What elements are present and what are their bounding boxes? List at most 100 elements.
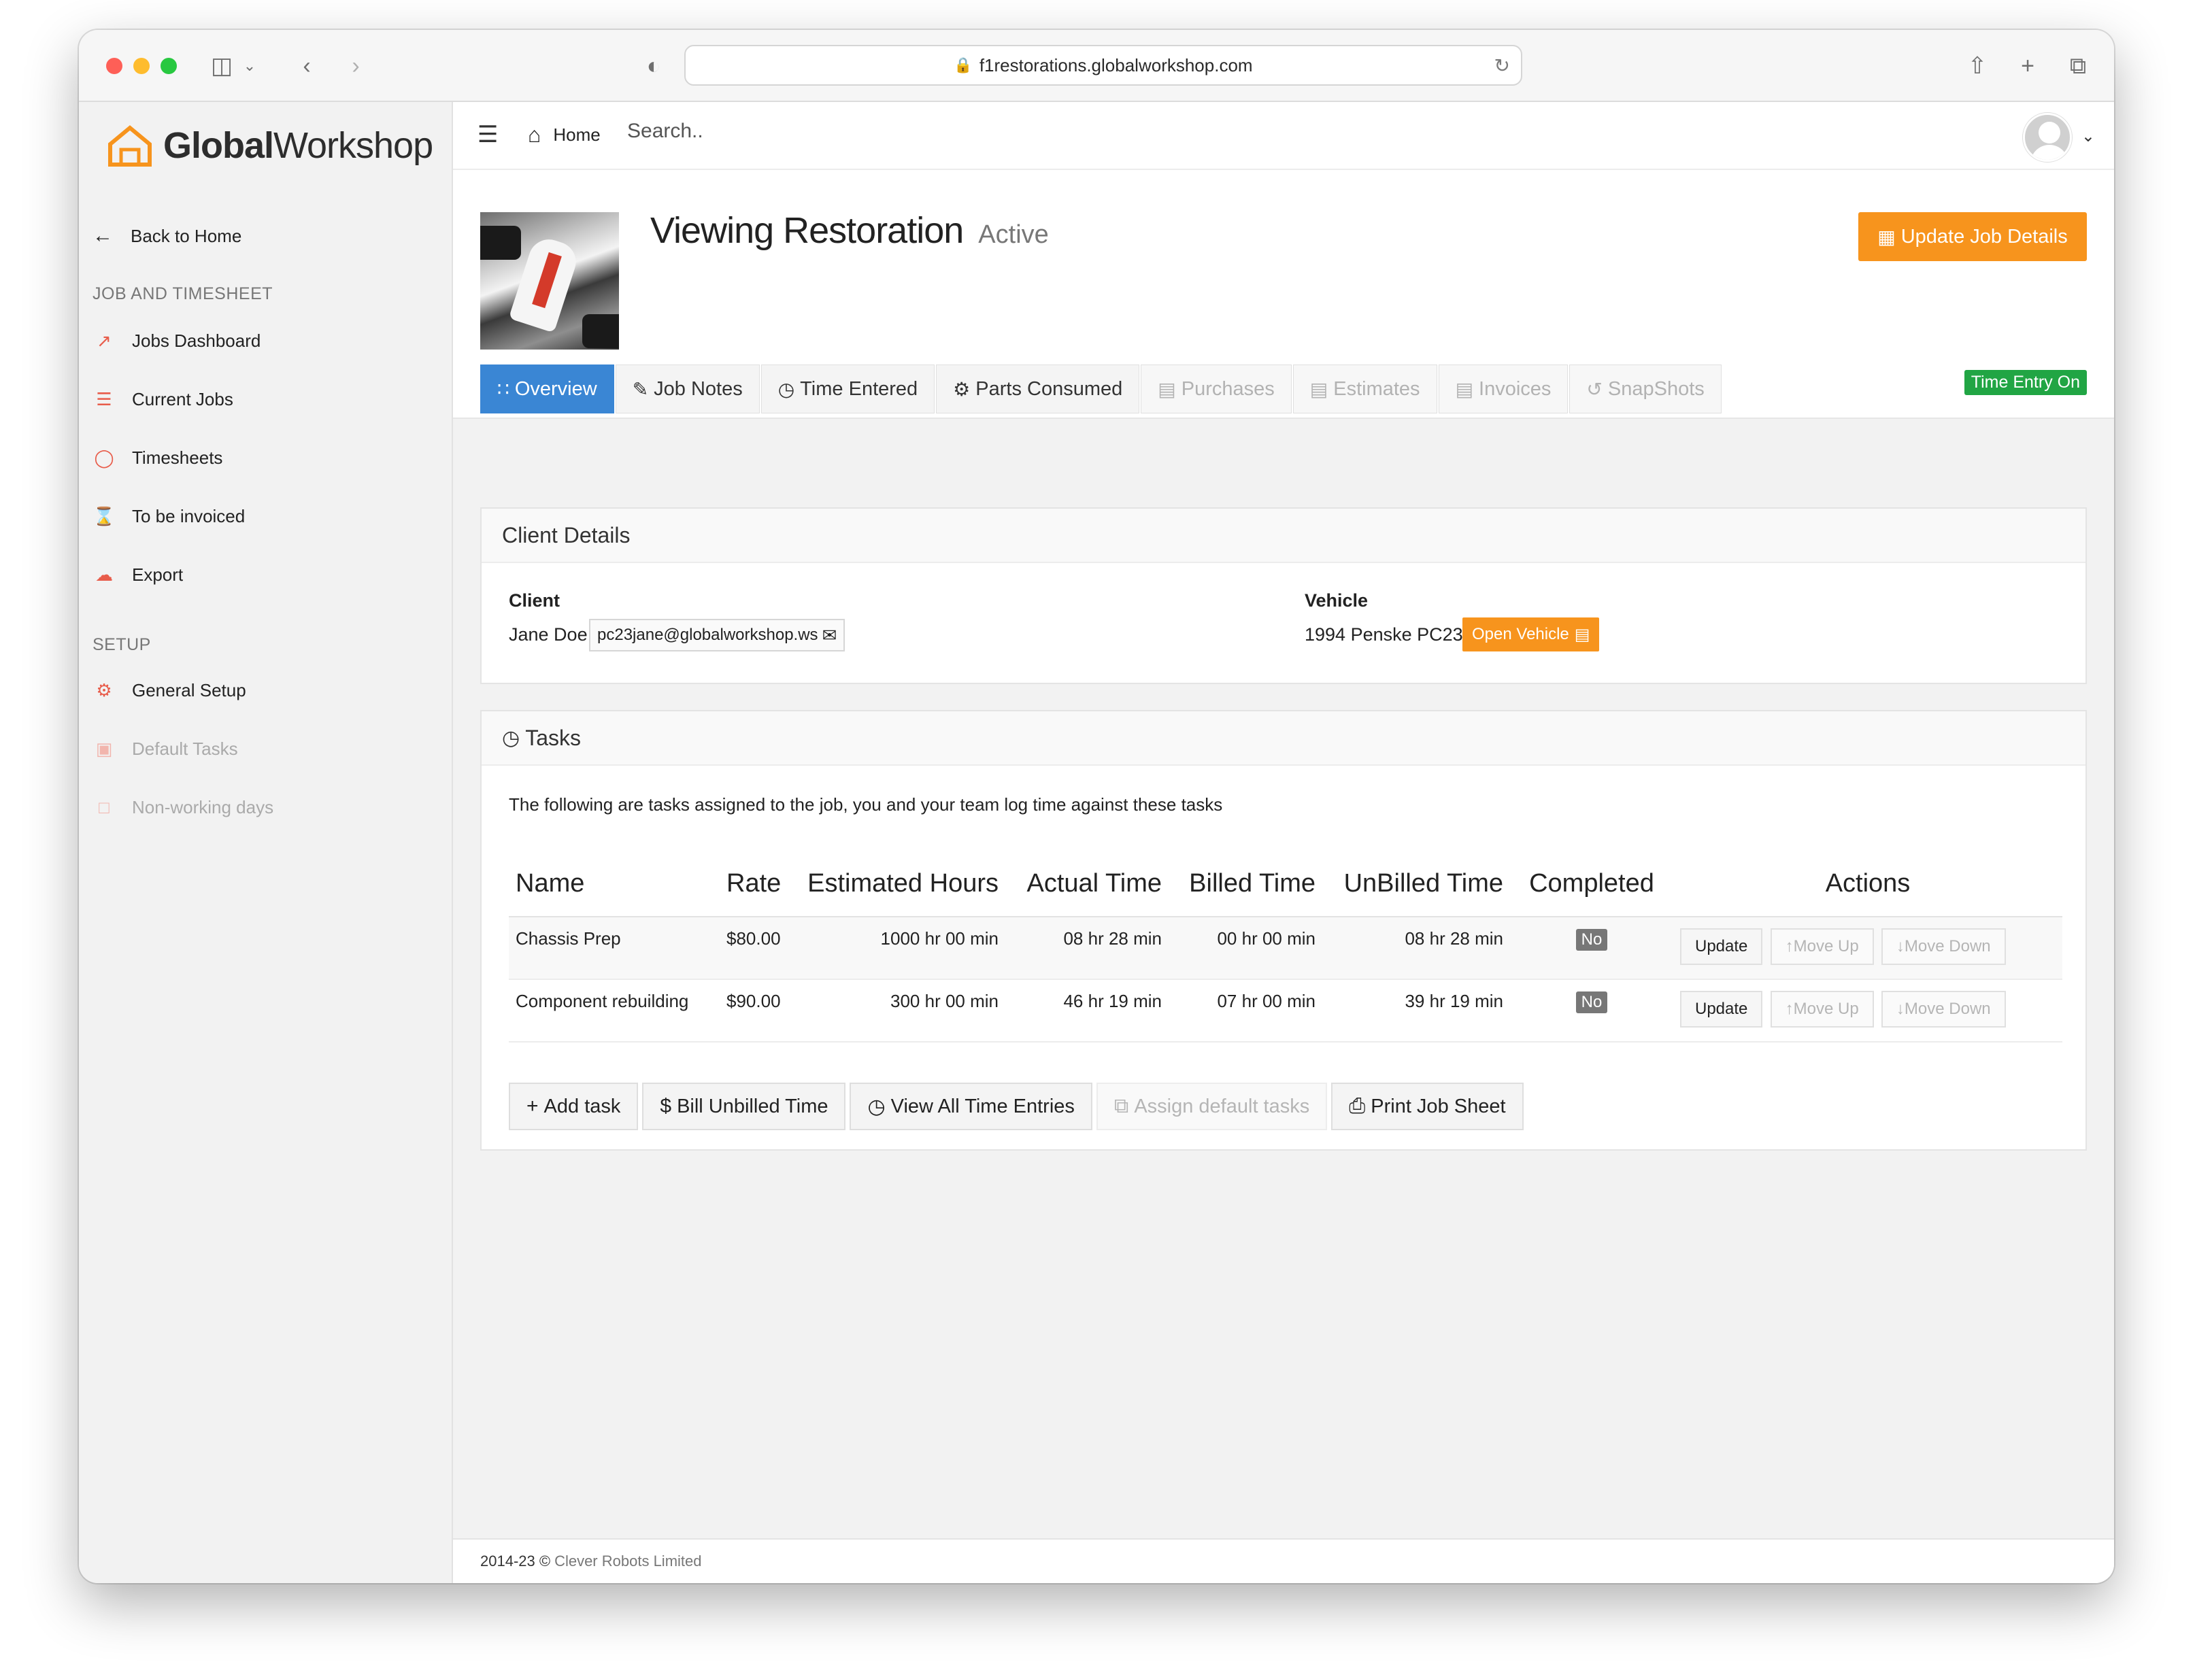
clock-icon: ◷ [777, 378, 795, 400]
open-vehicle-button[interactable]: Open Vehicle ▤ [1462, 617, 1600, 651]
hourglass-icon: ⌛ [93, 506, 116, 526]
sidebar-toggle-icon[interactable]: ◫ [201, 49, 242, 83]
bill-unbilled-time-button[interactable]: $ Bill Unbilled Time [642, 1083, 846, 1130]
list-icon: ☰ [96, 389, 112, 409]
footer-company-link[interactable]: Clever Robots Limited [554, 1553, 701, 1570]
completed-badge: No [1575, 929, 1608, 951]
back-arrow-icon[interactable]: ‹ [290, 49, 324, 83]
sidebar-item-export[interactable]: ☁ Export [93, 564, 183, 586]
document-icon: ▤ [1158, 378, 1176, 400]
print-job-sheet-button[interactable]: ⎙ Print Job Sheet [1331, 1083, 1524, 1130]
gears-icon: ⚙ [96, 680, 112, 700]
update-job-details-button[interactable]: ▦ Update Job Details [1858, 212, 2087, 261]
job-status: Active [978, 220, 1049, 249]
home-link[interactable]: ⌂ Home [528, 122, 601, 148]
shield-icon[interactable]: ◐ [637, 49, 671, 83]
task-rate: $90.00 [720, 979, 794, 1042]
gears-icon: ⚙ [953, 378, 971, 400]
move-up-button[interactable]: ↑Move Up [1770, 991, 1874, 1028]
tab-invoices[interactable]: ▤ Invoices [1438, 364, 1569, 413]
forward-arrow-icon[interactable]: › [339, 49, 373, 83]
calendar-icon: □ [99, 797, 110, 817]
grid-icon: ∷ [497, 378, 509, 400]
move-down-button[interactable]: ↓Move Down [1881, 991, 2006, 1028]
calendar-icon: ▦ [1877, 226, 1896, 248]
close-window-button[interactable] [106, 58, 122, 74]
reload-icon[interactable]: ↻ [1494, 54, 1510, 77]
history-icon: ↺ [1586, 378, 1603, 400]
lock-icon: 🔒 [954, 56, 973, 73]
hamburger-menu-icon[interactable]: ☰ [477, 121, 498, 148]
job-thumbnail-image [480, 212, 619, 350]
new-tab-icon[interactable]: + [2011, 49, 2045, 83]
chevron-down-icon[interactable]: ⌄ [239, 49, 260, 83]
logo[interactable]: GlobalWorkshop [106, 112, 433, 180]
cloud-download-icon: ☁ [95, 564, 113, 585]
tab-parts-consumed[interactable]: ⚙ Parts Consumed [936, 364, 1140, 413]
tab-snapshots[interactable]: ↺ SnapShots [1569, 364, 1722, 413]
arrow-left-icon: ← [93, 224, 113, 247]
column-header: Rate [720, 851, 794, 917]
time-entry-badge: Time Entry On [1964, 370, 2087, 395]
job-header: Viewing Restoration Active ▦ Update Job … [453, 170, 2114, 419]
tab-overview[interactable]: ∷ Overview [480, 364, 614, 413]
vehicle-name: 1994 Penske PC23 [1305, 624, 1463, 645]
footer: 2014-23 © Clever Robots Limited [453, 1538, 2114, 1583]
sidebar-item-non-working-days[interactable]: □ Non-working days [93, 797, 273, 818]
assign-default-tasks-button[interactable]: ⧉ Assign default tasks [1096, 1083, 1328, 1130]
tab-purchases[interactable]: ▤ Purchases [1141, 364, 1292, 413]
stopwatch-icon: ◯ [94, 447, 114, 468]
back-to-home-link[interactable]: ← Back to Home [93, 224, 241, 248]
add-task-button[interactable]: + Add task [509, 1083, 639, 1130]
arrow-up-icon: ↑ [1785, 937, 1794, 955]
completed-badge: No [1575, 991, 1608, 1013]
arrow-down-icon: ↓ [1896, 937, 1905, 955]
update-task-button[interactable]: Update [1680, 991, 1763, 1028]
address-bar[interactable]: 🔒 f1restorations.globalworkshop.com ↻ [684, 45, 1522, 86]
sidebar-item-jobs-dashboard[interactable]: ↗ Jobs Dashboard [93, 330, 261, 352]
search-input[interactable]: Search.. [627, 120, 703, 143]
sidebar-item-general-setup[interactable]: ⚙ General Setup [93, 680, 246, 701]
stopwatch-icon: ◷ [502, 726, 520, 749]
minimize-window-button[interactable] [133, 58, 150, 74]
update-task-button[interactable]: Update [1680, 928, 1763, 965]
section-heading-setup: SETUP [93, 635, 151, 654]
table-header-row: Name Rate Estimated Hours Actual Time Bi… [509, 851, 2062, 917]
envelope-icon: ✉ [822, 624, 837, 645]
car-icon: ▤ [1574, 625, 1590, 644]
arrow-up-icon: ↑ [1785, 1000, 1794, 1018]
task-completed-cell: No [1510, 979, 1673, 1042]
client-email-link[interactable]: pc23jane@globalworkshop.ws ✉ [589, 619, 845, 651]
chevron-down-icon[interactable]: ⌄ [2081, 126, 2095, 146]
sidebar-item-to-be-invoiced[interactable]: ⌛ To be invoiced [93, 506, 245, 527]
task-name: Component rebuilding [509, 979, 720, 1042]
move-down-button[interactable]: ↓Move Down [1881, 928, 2006, 965]
view-all-time-entries-button[interactable]: ◷ View All Time Entries [850, 1083, 1092, 1130]
sidebar-item-timesheets[interactable]: ◯ Timesheets [93, 447, 222, 469]
sidebar-item-current-jobs[interactable]: ☰ Current Jobs [93, 389, 233, 410]
share-icon[interactable]: ⇧ [1960, 49, 1994, 83]
arrow-down-icon: ↓ [1896, 1000, 1905, 1018]
document-icon: ▤ [1309, 378, 1328, 400]
tab-time-entered[interactable]: ◷ Time Entered [760, 364, 935, 413]
task-actions-cell: Update ↑Move Up ↓Move Down [1673, 917, 2062, 980]
tasks-intro-text: The following are tasks assigned to the … [509, 794, 1223, 815]
zoom-window-button[interactable] [161, 58, 177, 74]
sidebar-item-default-tasks[interactable]: ▣ Default Tasks [93, 739, 238, 760]
tasks-panel: ◷ Tasks The following are tasks assigned… [480, 710, 2087, 1151]
avatar[interactable] [2023, 113, 2072, 162]
truck-icon: ▣ [95, 739, 113, 759]
task-estimated: 1000 hr 00 min [794, 917, 1005, 980]
task-actual: 46 hr 19 min [1005, 979, 1169, 1042]
move-up-button[interactable]: ↑Move Up [1770, 928, 1874, 965]
task-completed-cell: No [1510, 917, 1673, 980]
tab-job-notes[interactable]: ✎ Job Notes [615, 364, 760, 413]
logo-text: GlobalWorkshop [163, 125, 433, 166]
tab-overview-icon[interactable]: ⧉ [2061, 49, 2095, 83]
task-actual: 08 hr 28 min [1005, 917, 1169, 980]
page-title: Viewing Restoration Active [650, 210, 1049, 251]
client-label: Client [509, 590, 560, 611]
tab-estimates[interactable]: ▤ Estimates [1292, 364, 1437, 413]
task-action-buttons: + Add task $ Bill Unbilled Time ◷ View A… [509, 1083, 1528, 1130]
job-tabs: ∷ Overview ✎ Job Notes ◷ Time Entered ⚙ … [480, 364, 1723, 413]
